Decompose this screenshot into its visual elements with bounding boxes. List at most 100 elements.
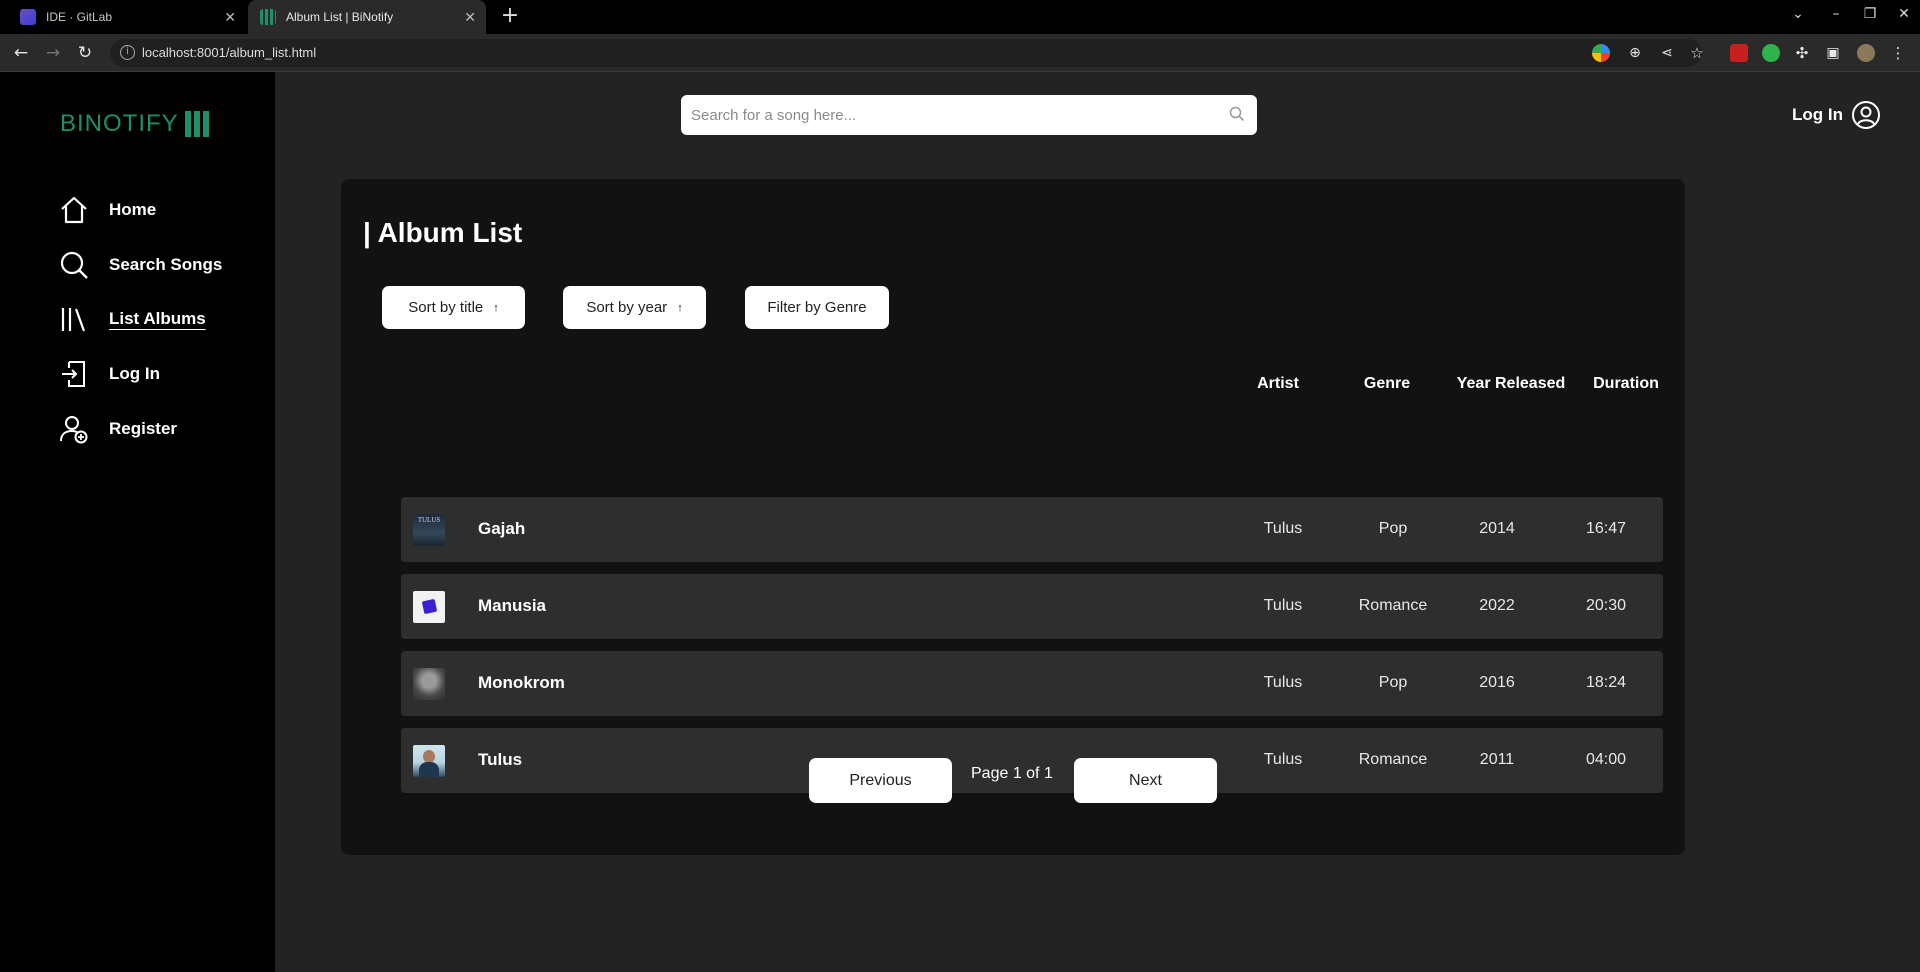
tab-title: Album List | BiNotify (286, 10, 394, 24)
sort-year-label: Sort by year (586, 299, 668, 316)
close-icon[interactable]: ✕ (224, 9, 236, 26)
album-genre: Pop (1378, 674, 1408, 691)
pdf-extension-icon[interactable] (1730, 44, 1748, 62)
close-window-icon[interactable]: ✕ (1892, 6, 1916, 22)
sidebar-item-register[interactable]: Register (58, 413, 177, 445)
sidebar-item-list-albums[interactable]: List Albums (58, 303, 206, 335)
album-duration: 20:30 (1585, 597, 1627, 614)
album-artist: Tulus (1263, 597, 1303, 614)
album-cover: TULUS (413, 514, 445, 546)
album-cover (413, 668, 445, 700)
arrow-up-icon: ↑ (677, 301, 683, 314)
album-title: Gajah (478, 519, 526, 538)
share-icon[interactable]: ⋖ (1656, 42, 1678, 64)
minimize-icon[interactable]: – (1824, 6, 1848, 22)
album-cover (413, 745, 445, 777)
album-title: Monokrom (478, 673, 565, 692)
filter-genre-label: Filter by Genre (767, 299, 867, 316)
filter-by-genre-button[interactable]: Filter by Genre (745, 286, 889, 329)
album-list-panel: | Album List Sort by title ↑ Sort by yea… (341, 179, 1685, 855)
sidebar-item-label: Register (109, 419, 178, 438)
address-bar[interactable]: i localhost:8001/album_list.html (110, 39, 1702, 67)
sort-title-label: Sort by title (408, 299, 484, 316)
sidebar-item-search[interactable]: Search Songs (58, 249, 222, 281)
column-header-duration: Duration (1593, 375, 1659, 392)
bookmark-star-icon[interactable]: ☆ (1686, 42, 1708, 64)
register-icon (58, 413, 90, 445)
info-icon[interactable]: i (120, 45, 135, 60)
sidebar: BINOTIFY Home Search Songs List Albums L… (0, 72, 275, 972)
logo-bars-icon (184, 111, 209, 137)
home-icon (58, 194, 90, 226)
browser-tab-bar: IDE · GitLab ✕ Album List | BiNotify ✕ +… (0, 0, 1920, 34)
sidepanel-icon[interactable]: ▣ (1822, 42, 1844, 64)
puzzle-icon[interactable]: ✣ (1791, 42, 1813, 64)
sort-by-title-button[interactable]: Sort by title ↑ (382, 286, 525, 329)
album-row[interactable]: Monokrom Tulus Pop 2016 18:24 (401, 651, 1663, 716)
profile-avatar[interactable] (1857, 44, 1875, 62)
arrow-up-icon: ↑ (493, 301, 499, 314)
restore-icon[interactable]: ❐ (1858, 6, 1882, 22)
app-root: BINOTIFY Home Search Songs List Albums L… (0, 72, 1920, 972)
page-title: | Album List (363, 217, 523, 248)
album-year: 2022 (1479, 597, 1515, 614)
search-icon[interactable] (1229, 106, 1245, 126)
page-indicator: Page 1 of 1 (971, 765, 1053, 782)
chevron-down-icon[interactable]: ⌄ (1786, 6, 1810, 22)
new-tab-button[interactable]: + (498, 5, 522, 29)
reload-icon[interactable]: ↻ (74, 42, 96, 64)
forward-icon[interactable]: → (42, 42, 64, 64)
header-login-button[interactable]: Log In (1792, 100, 1881, 130)
album-artist: Tulus (1263, 751, 1303, 768)
album-artist: Tulus (1263, 520, 1303, 537)
album-row[interactable]: TULUS Gajah Tulus Pop 2014 16:47 (401, 497, 1663, 562)
search-input[interactable] (691, 103, 1211, 127)
zoom-icon[interactable]: ⊕ (1624, 42, 1646, 64)
gitlab-favicon-icon (20, 9, 36, 25)
menu-icon[interactable]: ⋮ (1887, 42, 1909, 64)
column-header-year: Year Released (1456, 375, 1566, 392)
tab-gitlab[interactable]: IDE · GitLab ✕ (8, 0, 246, 34)
next-button[interactable]: Next (1074, 758, 1217, 803)
url-text: localhost:8001/album_list.html (142, 45, 317, 60)
album-year: 2014 (1479, 520, 1515, 537)
close-icon[interactable]: ✕ (464, 9, 476, 26)
login-icon (58, 358, 90, 390)
user-circle-icon (1851, 101, 1880, 129)
extension-icon[interactable] (1762, 44, 1780, 62)
sidebar-item-home[interactable]: Home (58, 194, 156, 226)
logo-text: BINOTIFY (60, 110, 179, 137)
album-title: Tulus (478, 750, 523, 769)
album-year: 2016 (1479, 674, 1515, 691)
binotify-favicon-icon (260, 9, 276, 25)
library-icon (58, 303, 90, 335)
album-artist: Tulus (1263, 674, 1303, 691)
album-year: 2011 (1479, 751, 1515, 768)
album-title: Manusia (478, 596, 547, 615)
sidebar-item-label: Search Songs (109, 255, 223, 274)
album-cover (413, 591, 445, 623)
album-duration: 16:47 (1585, 520, 1627, 537)
album-genre: Romance (1358, 751, 1428, 768)
google-icon[interactable] (1592, 44, 1610, 62)
sidebar-item-login[interactable]: Log In (58, 358, 160, 390)
album-row[interactable]: Manusia Tulus Romance 2022 20:30 (401, 574, 1663, 639)
album-genre: Pop (1378, 520, 1408, 537)
browser-toolbar: ← → ↻ i localhost:8001/album_list.html ⊕… (0, 34, 1920, 72)
album-duration: 04:00 (1585, 751, 1627, 768)
column-header-genre: Genre (1363, 375, 1411, 392)
sidebar-item-label: Home (109, 200, 157, 219)
tab-album-list[interactable]: Album List | BiNotify ✕ (248, 0, 486, 34)
logo[interactable]: BINOTIFY (60, 110, 209, 138)
tab-title: IDE · GitLab (46, 10, 113, 24)
album-genre: Romance (1358, 597, 1428, 614)
sidebar-item-label: Log In (109, 364, 160, 383)
previous-button[interactable]: Previous (809, 758, 952, 803)
album-row[interactable]: Tulus Tulus Romance 2011 04:00 (401, 728, 1663, 793)
search-icon (58, 249, 90, 281)
sort-by-year-button[interactable]: Sort by year ↑ (563, 286, 706, 329)
back-icon[interactable]: ← (10, 42, 32, 64)
sidebar-item-label: List Albums (109, 309, 206, 328)
search-bar (681, 95, 1257, 135)
album-duration: 18:24 (1585, 674, 1627, 691)
